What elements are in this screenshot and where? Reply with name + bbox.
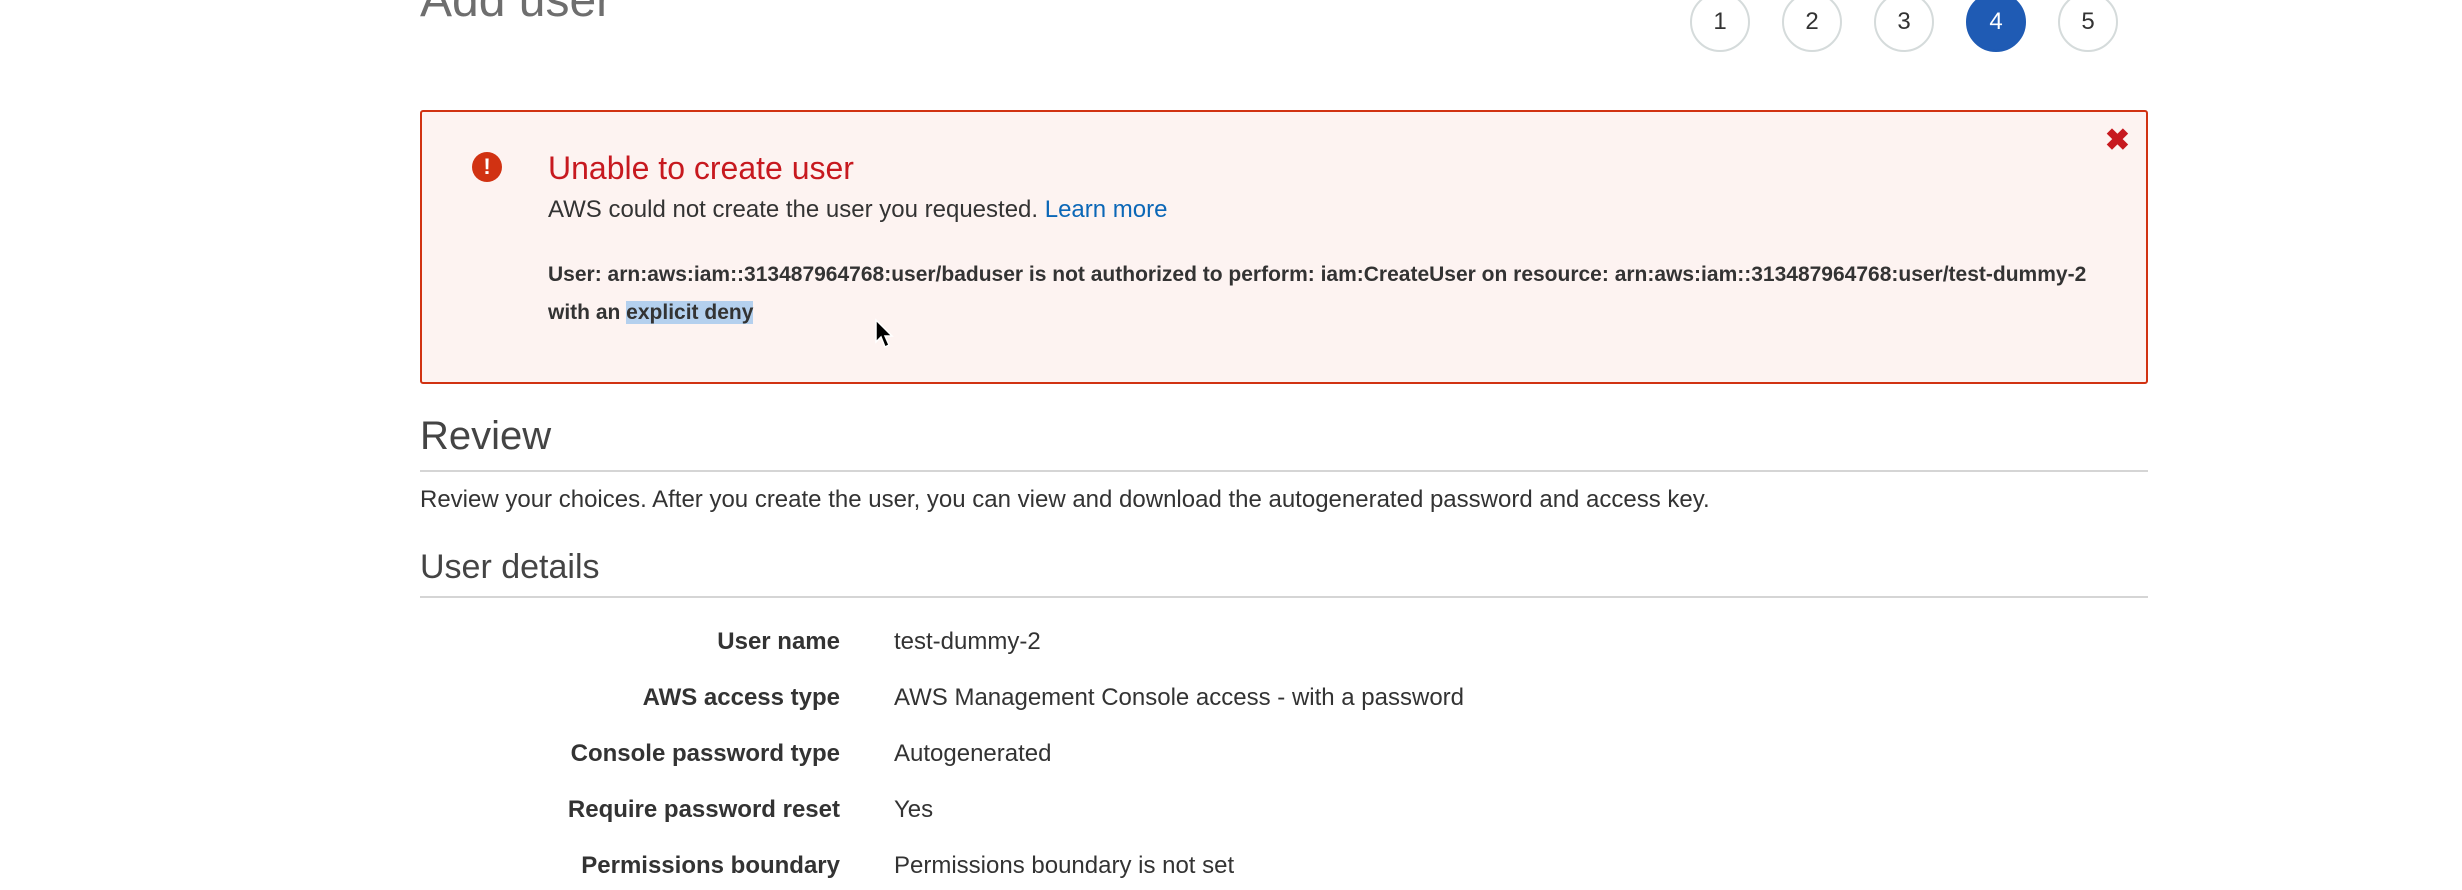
detail-label: Permissions boundary [581,852,840,879]
detail-value: Autogenerated [894,740,1052,767]
error-alert: ! ✖ Unable to create user AWS could not … [420,110,2148,384]
detail-row-password-type: Console password type Autogenerated [420,726,2148,782]
user-details-list: User name test-dummy-2 AWS access type A… [420,614,2148,890]
detail-row-access-type: AWS access type AWS Management Console a… [420,670,2148,726]
page-title: Add user [420,0,613,27]
review-title: Review [420,414,552,458]
review-divider [420,470,2148,472]
step-3[interactable]: 3 [1874,0,1934,52]
step-2[interactable]: 2 [1782,0,1842,52]
alert-title: Unable to create user [548,150,854,186]
detail-row-permissions-boundary: Permissions boundary Permissions boundar… [420,838,2148,890]
alert-subtitle: AWS could not create the user you reques… [548,196,1167,224]
detail-row-user-name: User name test-dummy-2 [420,614,2148,670]
alert-detail-text: User: arn:aws:iam::313487964768:user/bad… [548,263,2087,324]
close-icon[interactable]: ✖ [2105,126,2130,156]
detail-value: Permissions boundary is not set [894,852,1235,879]
learn-more-link[interactable]: Learn more [1045,196,1168,223]
mouse-cursor-icon [875,318,894,349]
page: Add user 1 2 3 4 5 ! ✖ Unable to create … [0,0,2462,890]
detail-row-password-reset: Require password reset Yes [420,782,2148,838]
detail-label: User name [717,628,840,655]
user-details-divider [420,596,2148,598]
step-5[interactable]: 5 [2058,0,2118,52]
detail-label: Console password type [570,740,840,767]
step-1[interactable]: 1 [1690,0,1750,52]
error-icon: ! [472,152,502,182]
detail-label: AWS access type [642,684,840,711]
step-indicator: 1 2 3 4 5 [1690,0,2118,52]
detail-label: Require password reset [567,796,840,823]
detail-value: test-dummy-2 [894,628,1041,655]
selected-text: explicit deny [626,301,754,324]
detail-value: AWS Management Console access - with a p… [894,684,1465,711]
step-4-active[interactable]: 4 [1966,0,2026,52]
detail-value: Yes [894,796,934,823]
alert-subtitle-text: AWS could not create the user you reques… [548,196,1039,223]
user-details-title: User details [420,548,600,586]
alert-detail: User: arn:aws:iam::313487964768:user/bad… [548,256,2108,332]
review-description: Review your choices. After you create th… [420,486,1710,513]
